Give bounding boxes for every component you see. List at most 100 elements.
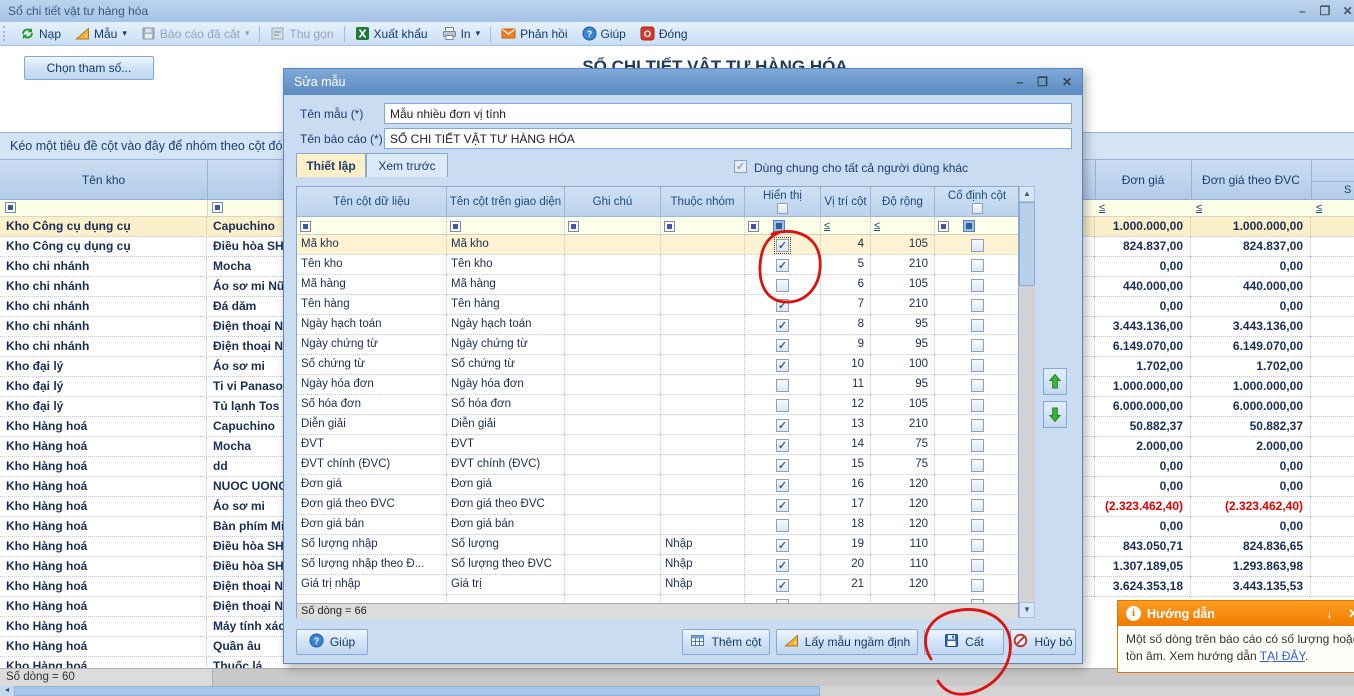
visible-checkbox[interactable] <box>776 559 789 572</box>
dialog-maximize-icon[interactable]: ❒ <box>1037 69 1048 95</box>
filter-icon[interactable] <box>568 221 579 232</box>
visible-checkbox[interactable] <box>776 399 789 412</box>
fixed-checkbox[interactable] <box>971 579 984 592</box>
fixed-checkbox[interactable] <box>971 259 984 272</box>
fixed-checkbox[interactable] <box>971 359 984 372</box>
visible-checkbox[interactable] <box>776 479 789 492</box>
fixed-checkbox[interactable] <box>971 379 984 392</box>
fixed-checkbox[interactable] <box>971 319 984 332</box>
column-header-ten-kho[interactable]: Tên kho <box>0 160 207 200</box>
table-row[interactable]: Kho Hàng hoáQuần âu <box>0 637 283 657</box>
table-row[interactable]: Kho Hàng hoáÁo sơ mi <box>0 497 283 517</box>
filter-active-icon[interactable] <box>773 220 785 232</box>
table-row[interactable]: 3.624.353,183.443.135,53 <box>1083 577 1354 597</box>
table-row[interactable]: Kho Công cụ dụng cụCapuchino <box>0 217 283 237</box>
table-row[interactable]: Kho chi nhánhÁo sơ mi Nữ <box>0 277 283 297</box>
filter-operator-icon[interactable]: ≤ <box>824 218 830 234</box>
table-row[interactable]: Kho chi nhánhMocha <box>0 257 283 277</box>
tab-xem-truoc[interactable]: Xem trước <box>366 153 448 177</box>
filter-icon[interactable] <box>5 202 16 213</box>
grid-column-header-3[interactable]: Ghi chú <box>565 187 661 217</box>
toolbar-item-giup[interactable]: ?Giúp <box>575 23 633 45</box>
grid-row[interactable]: Ngày chứng từNgày chứng từ995 <box>297 335 1018 355</box>
visible-checkbox[interactable] <box>776 359 789 372</box>
fixed-checkbox[interactable] <box>971 239 984 252</box>
fixed-checkbox[interactable] <box>971 419 984 432</box>
visible-checkbox[interactable] <box>776 419 789 432</box>
table-row[interactable]: 3.443.136,003.443.136,00 <box>1083 317 1354 337</box>
select-all-checkbox[interactable] <box>777 203 788 214</box>
table-row[interactable]: 0,000,00 <box>1083 477 1354 497</box>
tab-thiet-lap[interactable]: Thiết lập <box>296 153 366 177</box>
visible-checkbox[interactable] <box>776 519 789 532</box>
move-up-button[interactable] <box>1043 368 1067 395</box>
table-row[interactable]: 0,000,00 <box>1083 517 1354 537</box>
table-row[interactable]: Kho đại lýÁo sơ mi <box>0 357 283 377</box>
table-row[interactable]: Kho Hàng hoáĐiều hòa SH <box>0 537 283 557</box>
table-row[interactable]: Kho chi nhánhĐá dăm <box>0 297 283 317</box>
grid-row[interactable]: Tên khoTên kho5210 <box>297 255 1018 275</box>
visible-checkbox[interactable] <box>776 539 789 552</box>
filter-icon[interactable] <box>450 221 461 232</box>
table-row[interactable]: 50.882,3750.882,37 <box>1083 417 1354 437</box>
table-row[interactable]: Kho đại lýTủ lạnh Tos <box>0 397 283 417</box>
fixed-checkbox[interactable] <box>971 279 984 292</box>
chevron-down-icon[interactable]: ▾ <box>476 28 481 39</box>
notification-link[interactable]: TẠI ĐÂY <box>1260 649 1305 663</box>
table-row[interactable]: Kho Hàng hoáCapuchino <box>0 417 283 437</box>
table-row[interactable]: Kho chi nhánhĐiện thoại N <box>0 317 283 337</box>
grid-row[interactable]: Đơn giá bánĐơn giá bán18120 <box>297 515 1018 535</box>
filter-operator-icon[interactable]: ≤ <box>1196 200 1202 216</box>
table-row[interactable]: 0,000,00 <box>1083 457 1354 477</box>
grid-row[interactable]: Diễn giảiDiễn giải13210 <box>297 415 1018 435</box>
table-row[interactable]: 6.000.000,006.000.000,00 <box>1083 397 1354 417</box>
table-row[interactable]: 2.000,002.000,00 <box>1083 437 1354 457</box>
chevron-down-icon[interactable]: ▾ <box>245 28 250 39</box>
giup-button[interactable]: ?Giúp <box>296 629 368 655</box>
grid-row[interactable]: Số hóa đơnSố hóa đơn12105 <box>297 395 1018 415</box>
grid-row[interactable]: Ngày hạch toánNgày hạch toán895 <box>297 315 1018 335</box>
filter-icon[interactable] <box>300 221 311 232</box>
toolbar-item-mau[interactable]: Mẫu▾ <box>68 23 134 45</box>
close-notification-icon[interactable]: ✕ <box>1348 606 1354 622</box>
filter-operator-icon[interactable]: ≤ <box>1316 200 1322 216</box>
table-row[interactable]: 6.149.070,006.149.070,00 <box>1083 337 1354 357</box>
grid-row[interactable]: Số lượng nhập theo Đ...Số lượng theo ĐVC… <box>297 555 1018 575</box>
table-row[interactable]: 1.702,001.702,00 <box>1083 357 1354 377</box>
table-row[interactable]: Kho Hàng hoáMocha <box>0 437 283 457</box>
grid-row[interactable] <box>297 595 1018 603</box>
grid-column-header-8[interactable]: Cố định cột <box>935 187 1020 217</box>
scroll-down-icon[interactable]: ▼ <box>1019 602 1035 618</box>
lay-mau-ngam-dinh-button[interactable]: Lấy mẫu ngầm định <box>776 629 918 655</box>
filter-operator-icon[interactable]: ≤ <box>874 218 880 234</box>
table-row[interactable]: Kho Hàng hoáThuốc lá <box>0 657 283 668</box>
table-row[interactable]: Kho Công cụ dụng cụĐiều hòa SH <box>0 237 283 257</box>
share-checkbox[interactable] <box>734 160 747 173</box>
filter-icon[interactable] <box>212 202 223 213</box>
table-row[interactable]: 440.000,00440.000,00 <box>1083 277 1354 297</box>
toolbar-grip[interactable] <box>3 26 7 41</box>
visible-checkbox[interactable] <box>776 439 789 452</box>
chevron-down-icon[interactable]: ▾ <box>122 28 127 39</box>
toolbar-item-thu-gon[interactable]: Thu gọn <box>263 23 340 45</box>
visible-checkbox[interactable] <box>776 339 789 352</box>
table-row[interactable]: Kho Hàng hoáMáy tính xác <box>0 617 283 637</box>
grid-row[interactable]: Ngày hóa đơnNgày hóa đơn1195 <box>297 375 1018 395</box>
visible-checkbox[interactable] <box>776 499 789 512</box>
fixed-checkbox[interactable] <box>971 399 984 412</box>
filter-icon[interactable] <box>748 221 759 232</box>
column-header-don-gia[interactable]: Đơn giá <box>1095 160 1191 200</box>
grid-row[interactable]: ĐVTĐVT1475 <box>297 435 1018 455</box>
scrollbar-thumb[interactable] <box>1019 202 1035 286</box>
filter-active-icon[interactable] <box>963 220 975 232</box>
template-name-input[interactable] <box>384 103 1072 124</box>
fixed-checkbox[interactable] <box>971 459 984 472</box>
visible-checkbox[interactable] <box>776 459 789 472</box>
toolbar-item-phan-hoi[interactable]: Phản hồi <box>494 23 574 45</box>
grid-row[interactable]: Đơn giáĐơn giá16120 <box>297 475 1018 495</box>
fixed-checkbox[interactable] <box>971 559 984 572</box>
huy-bo-button[interactable]: Hủy bỏ <box>1010 629 1076 655</box>
scroll-up-icon[interactable]: ▲ <box>1019 186 1035 202</box>
dialog-close-icon[interactable]: ✕ <box>1062 69 1072 95</box>
table-row[interactable]: 1.307.189,051.293.863,98 <box>1083 557 1354 577</box>
